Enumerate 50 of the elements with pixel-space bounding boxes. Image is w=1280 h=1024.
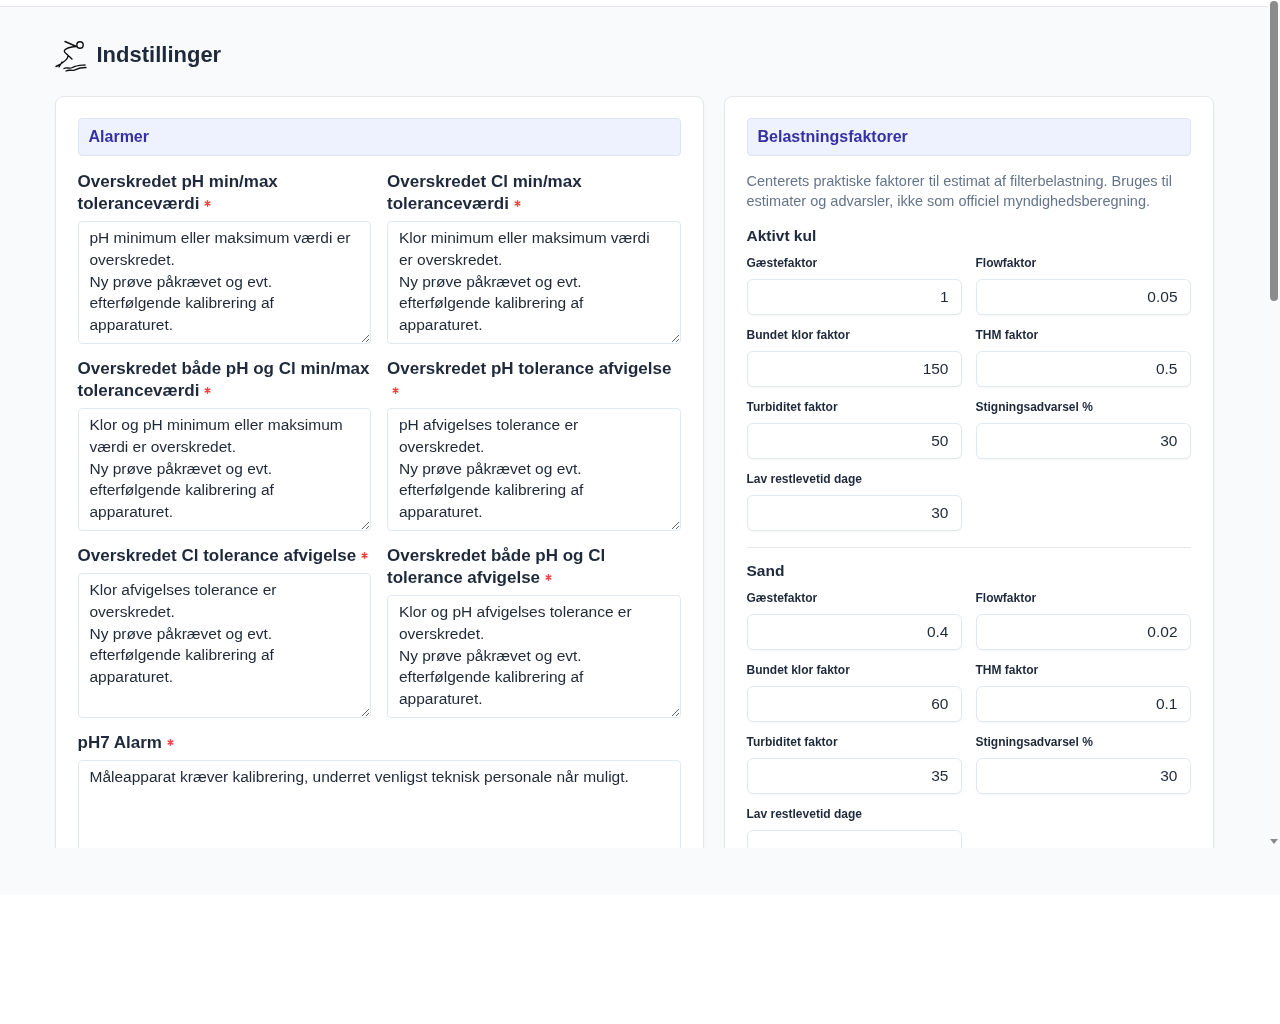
field-label: Lav restlevetid dage: [746, 471, 863, 487]
number-input[interactable]: 150: [746, 351, 962, 387]
number-input[interactable]: 35: [746, 758, 962, 794]
number-input[interactable]: 60: [746, 686, 962, 722]
number-input[interactable]: 30: [746, 495, 962, 531]
number-input[interactable]: 50: [746, 423, 962, 459]
field-label: Overskredet både pH og Cl min/max toleranceværdi: [77, 359, 370, 400]
message-textarea[interactable]: pH minimum eller maksimum værdi er overskredet. Ny prøve påkrævet og evt. efterfølgende kalibrering af apparaturet.: [77, 221, 371, 344]
field-label: THM faktor: [975, 327, 1040, 343]
message-textarea[interactable]: Måleapparat kræver kalibrering, underret venligst teknisk personale når muligt.: [77, 760, 681, 848]
group-heading: Aktivt kul: [746, 226, 818, 246]
field-label: Bundet klor faktor: [746, 327, 851, 343]
section-heading: Belastningsfaktorer: [746, 118, 1191, 156]
number-input[interactable]: 30: [975, 423, 1191, 459]
diver-icon: [52, 38, 87, 72]
field-label: Stigningsadvarsel %: [975, 399, 1094, 415]
message-textarea[interactable]: Klor og pH afvigelses tolerance er overskredet. Ny prøve påkrævet og evt. efterfølgende kalibrering af apparaturet.: [387, 595, 681, 718]
number-input[interactable]: 0.05: [975, 279, 1191, 315]
message-textarea[interactable]: Klor minimum eller maksimum værdi er overskredet. Ny prøve påkrævet og evt. efterfølgende kalibrering af apparaturet.: [387, 221, 681, 344]
page-title: Indstillinger: [96, 41, 222, 69]
field-label: Gæstefaktor: [746, 590, 819, 606]
field-label: Overskredet både pH og Cl tolerance afvigelse: [387, 546, 606, 587]
message-textarea[interactable]: pH afvigelses tolerance er overskredet. Ny prøve påkrævet og evt. efterfølgende kalibrering af apparaturet.: [387, 408, 681, 531]
field-label: Flowfaktor: [975, 255, 1038, 271]
number-input[interactable]: 0.02: [975, 614, 1191, 650]
number-input[interactable]: 0.4: [746, 614, 962, 650]
field-label: Bundet klor faktor: [746, 662, 851, 678]
scrollbar-thumb[interactable]: [1270, 1, 1278, 301]
field-label: Overskredet Cl min/max toleranceværdi: [387, 172, 582, 213]
message-textarea[interactable]: Klor afvigelses tolerance er overskredet. Ny prøve påkrævet og evt. efterfølgende kalibrering af apparaturet.: [77, 573, 371, 718]
section-description: Centerets praktiske faktorer til estimat af filterbelastning. Bruges til estimater og advarsler, ikke som officiel myndighedsberegning.: [746, 172, 1173, 211]
field-label: Turbiditet faktor: [746, 734, 839, 750]
field-label: Gæstefaktor: [746, 255, 819, 271]
group-heading: Sand: [746, 561, 786, 581]
number-input[interactable]: 0.5: [975, 351, 1191, 387]
field-label: Stigningsadvarsel %: [975, 734, 1094, 750]
field-label: THM faktor: [975, 662, 1040, 678]
field-label: Overskredet Cl tolerance afvigelse: [77, 546, 357, 565]
section-heading: Alarmer: [77, 118, 681, 156]
field-label: Overskredet pH min/max toleranceværdi: [77, 172, 278, 213]
field-label: Flowfaktor: [975, 590, 1038, 606]
field-label: Turbiditet faktor: [746, 399, 839, 415]
number-input[interactable]: 0.1: [975, 686, 1191, 722]
field-label: Overskredet pH tolerance afvigelse: [387, 359, 672, 378]
number-input[interactable]: 30: [975, 758, 1191, 794]
field-label: Lav restlevetid dage: [746, 806, 863, 822]
number-input[interactable]: 1: [746, 279, 962, 315]
field-label: pH7 Alarm: [77, 733, 162, 752]
down-arrow-icon: [1270, 839, 1278, 844]
message-textarea[interactable]: Klor og pH minimum eller maksimum værdi er overskredet. Ny prøve påkrævet og evt. efterfølgende kalibrering af apparaturet.: [77, 408, 371, 531]
